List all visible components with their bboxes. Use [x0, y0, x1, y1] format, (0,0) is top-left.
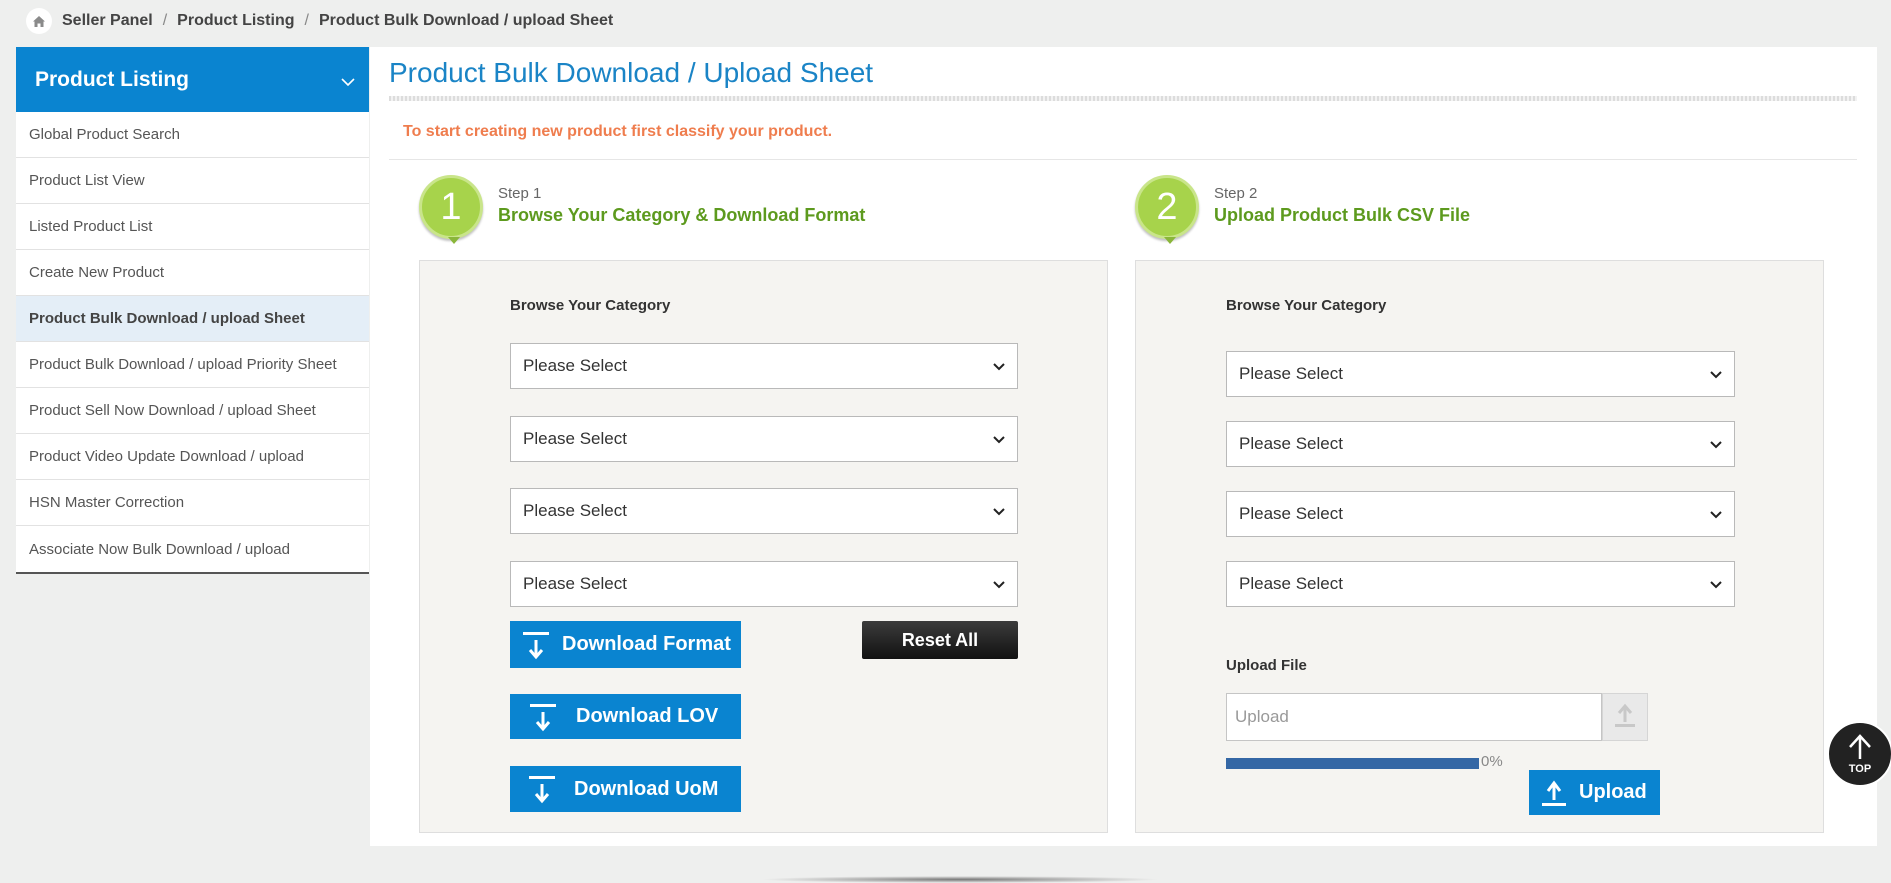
step1-category-select-3[interactable]: Please Select: [510, 488, 1018, 534]
select-value: Please Select: [523, 429, 627, 448]
sidebar-item-create-new-product[interactable]: Create New Product: [16, 250, 369, 296]
footer-shadow: [760, 876, 1160, 883]
download-uom-button[interactable]: Download UoM: [510, 766, 741, 812]
sidebar-heading: Product Listing: [35, 67, 189, 91]
chevron-down-icon: [993, 574, 1005, 594]
download-format-label: Download Format: [562, 633, 731, 655]
step2-category-select-4[interactable]: Please Select: [1226, 561, 1735, 607]
chevron-down-icon: [1710, 574, 1722, 594]
sidebar-header[interactable]: Product Listing: [16, 47, 369, 112]
step2-category-label: Browse Your Category: [1226, 297, 1387, 314]
step1-badge: 1: [419, 175, 483, 244]
select-value: Please Select: [1239, 434, 1343, 453]
sidebar-item-product-list-view[interactable]: Product List View: [16, 158, 369, 204]
sidebar: Product Listing Global Product Search Pr…: [16, 47, 369, 574]
main-panel: Product Bulk Download / Upload Sheet To …: [370, 47, 1877, 846]
select-value: Please Select: [1239, 574, 1343, 593]
select-value: Please Select: [523, 501, 627, 520]
breadcrumb-item-current: Product Bulk Download / upload Sheet: [318, 12, 614, 29]
breadcrumb-separator: /: [304, 12, 309, 29]
scroll-top-button[interactable]: TOP: [1827, 721, 1891, 787]
upload-progress-fill: [1226, 758, 1479, 769]
step1-title: Browse Your Category & Download Format: [498, 205, 866, 225]
download-lov-button[interactable]: Download LOV: [510, 694, 741, 739]
chevron-down-icon: [993, 429, 1005, 449]
page-title: Product Bulk Download / Upload Sheet: [389, 57, 874, 88]
step1-category-select-2[interactable]: Please Select: [510, 416, 1018, 462]
download-icon: [510, 774, 574, 804]
select-value: Please Select: [1239, 364, 1343, 383]
upload-icon: [1614, 702, 1636, 733]
sidebar-item-hsn-master-correction[interactable]: HSN Master Correction: [16, 480, 369, 526]
download-lov-label: Download LOV: [576, 705, 719, 727]
step1-category-select-4[interactable]: Please Select: [510, 561, 1018, 607]
chevron-down-icon: [1710, 434, 1722, 454]
step2-title: Upload Product Bulk CSV File: [1214, 205, 1471, 225]
step1-category-select-1[interactable]: Please Select: [510, 343, 1018, 389]
chevron-down-icon: [993, 501, 1005, 521]
reset-all-button[interactable]: Reset All: [862, 621, 1018, 659]
arrow-up-icon: [1845, 733, 1875, 763]
select-value: Please Select: [523, 356, 627, 375]
download-uom-label: Download UoM: [574, 777, 719, 800]
upload-browse-button[interactable]: [1602, 693, 1648, 741]
breadcrumb-item-seller-panel[interactable]: Seller Panel: [62, 12, 153, 30]
step2-label: Step 2: [1214, 185, 1258, 202]
select-value: Please Select: [1239, 504, 1343, 523]
chevron-down-icon: [1710, 504, 1722, 524]
download-icon: [510, 630, 562, 660]
step2-panel: Browse Your Category Please Select Pleas…: [1135, 260, 1824, 833]
download-format-button[interactable]: Download Format: [510, 621, 741, 668]
notice-divider: [389, 159, 1857, 160]
sidebar-item-sell-now-sheet[interactable]: Product Sell Now Download / upload Sheet: [16, 388, 369, 434]
upload-button-label: Upload: [1579, 781, 1647, 803]
download-icon: [510, 702, 576, 732]
home-icon[interactable]: [26, 8, 52, 34]
step2-category-select-1[interactable]: Please Select: [1226, 351, 1735, 397]
step1-label: Step 1: [498, 185, 542, 202]
breadcrumb-item-product-listing[interactable]: Product Listing: [177, 12, 294, 30]
step2-badge: 2: [1135, 175, 1199, 244]
upload-file-input[interactable]: Upload: [1226, 693, 1602, 741]
breadcrumb: Seller Panel / Product Listing / Product…: [26, 8, 613, 34]
chevron-down-icon: [993, 356, 1005, 376]
upload-progress-text: 0%: [1481, 753, 1503, 770]
upload-file-label: Upload File: [1226, 657, 1307, 674]
upload-progress-bar: [1226, 758, 1479, 769]
title-divider: [389, 96, 1857, 101]
upload-icon: [1529, 779, 1579, 807]
chevron-down-icon: [1710, 364, 1722, 384]
breadcrumb-separator: /: [162, 12, 168, 29]
sidebar-item-global-product-search[interactable]: Global Product Search: [16, 112, 369, 158]
sidebar-item-bulk-sheet[interactable]: Product Bulk Download / upload Sheet: [16, 296, 369, 342]
sidebar-item-associate-now-bulk[interactable]: Associate Now Bulk Download / upload: [16, 526, 369, 572]
upload-button[interactable]: Upload: [1529, 770, 1660, 815]
sidebar-item-bulk-priority-sheet[interactable]: Product Bulk Download / upload Priority …: [16, 342, 369, 388]
chevron-down-icon: [341, 68, 355, 92]
step2-category-select-2[interactable]: Please Select: [1226, 421, 1735, 467]
sidebar-item-listed-product-list[interactable]: Listed Product List: [16, 204, 369, 250]
step1-panel: Browse Your Category Please Select Pleas…: [419, 260, 1108, 833]
sidebar-item-video-update[interactable]: Product Video Update Download / upload: [16, 434, 369, 480]
notice-text: To start creating new product first clas…: [403, 123, 833, 140]
select-value: Please Select: [523, 574, 627, 593]
step1-category-label: Browse Your Category: [510, 297, 671, 314]
scroll-top-label: TOP: [1848, 762, 1872, 775]
step2-category-select-3[interactable]: Please Select: [1226, 491, 1735, 537]
